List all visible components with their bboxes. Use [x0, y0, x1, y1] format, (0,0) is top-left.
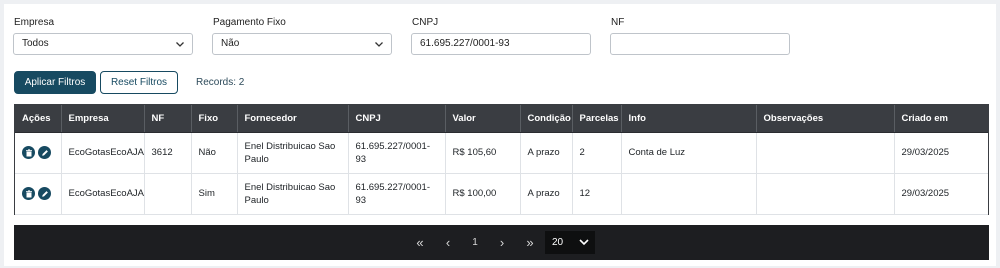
pencil-icon[interactable]: [38, 187, 51, 200]
cell-fixo: Sim: [191, 173, 238, 215]
apply-filters-button[interactable]: Aplicar Filtros: [14, 71, 96, 94]
column-header-fixo[interactable]: Fixo: [191, 105, 238, 133]
current-page[interactable]: 1: [465, 225, 485, 260]
next-page-button[interactable]: ›: [492, 225, 512, 260]
results-table: Ações Empresa NF Fixo Fornecedor CNPJ Va…: [14, 104, 989, 215]
chevron-down-icon: [176, 42, 184, 47]
cell-info: Conta de Luz: [621, 132, 757, 174]
cell-criado-em: 29/03/2025: [894, 132, 988, 174]
column-header-fornecedor[interactable]: Fornecedor: [237, 105, 349, 133]
column-header-cnpj[interactable]: CNPJ: [348, 105, 446, 133]
last-page-button[interactable]: »: [520, 225, 540, 260]
column-header-parcelas[interactable]: Parcelas: [572, 105, 622, 133]
table-header-row: Ações Empresa NF Fixo Fornecedor CNPJ Va…: [15, 105, 988, 133]
cell-fornecedor: Enel Distribuicao Sao Paulo: [237, 173, 349, 215]
cell-nf: [144, 173, 192, 215]
page-size-value: 20: [552, 237, 564, 248]
page-size-select[interactable]: 20: [545, 231, 595, 254]
cell-fixo: Não: [191, 132, 238, 174]
cell-nf: 3612: [144, 132, 192, 174]
cell-valor: R$ 105,60: [445, 132, 521, 174]
cell-condicao: A prazo: [520, 173, 573, 215]
cnpj-input[interactable]: 61.695.227/0001-93: [411, 33, 591, 55]
column-header-nf[interactable]: NF: [144, 105, 192, 133]
cnpj-label: CNPJ: [412, 17, 439, 28]
chevron-down-icon: [579, 239, 589, 246]
column-header-criado-em[interactable]: Criado em: [894, 105, 988, 133]
cell-observacoes: [756, 132, 895, 174]
cell-criado-em: 29/03/2025: [894, 173, 988, 215]
pagamento-fixo-label: Pagamento Fixo: [213, 17, 286, 28]
empresa-select-value: Todos: [22, 38, 49, 49]
column-header-empresa[interactable]: Empresa: [61, 105, 145, 133]
reset-filters-button[interactable]: Reset Filtros: [100, 71, 178, 94]
empresa-label: Empresa: [14, 17, 55, 28]
trash-icon[interactable]: [22, 146, 35, 159]
cell-parcelas: 12: [572, 173, 622, 215]
cell-fornecedor: Enel Distribuicao Sao Paulo: [237, 132, 349, 174]
column-header-valor[interactable]: Valor: [445, 105, 521, 133]
nf-input[interactable]: [610, 33, 790, 55]
column-header-acoes: Ações: [15, 105, 62, 133]
pagamento-fixo-select[interactable]: Não: [212, 33, 392, 55]
row-actions: [15, 132, 62, 174]
chevron-down-icon: [375, 42, 383, 47]
records-count: Records: 2: [196, 77, 245, 88]
column-header-info[interactable]: Info: [621, 105, 757, 133]
cell-cnpj: 61.695.227/0001-93: [348, 173, 446, 215]
cell-cnpj: 61.695.227/0001-93: [348, 132, 446, 174]
pencil-icon[interactable]: [38, 146, 51, 159]
column-header-condicao[interactable]: Condição: [520, 105, 573, 133]
cell-parcelas: 2: [572, 132, 622, 174]
first-page-button[interactable]: «: [410, 225, 430, 260]
trash-icon[interactable]: [22, 187, 35, 200]
nf-label: NF: [611, 17, 625, 28]
column-header-observacoes[interactable]: Observações: [756, 105, 895, 133]
prev-page-button[interactable]: ‹: [438, 225, 458, 260]
table-row: EcoGotasEcoAJA 3612 Não Enel Distribuica…: [15, 132, 988, 174]
cell-empresa: EcoGotasEcoAJA: [61, 173, 145, 215]
cell-empresa: EcoGotasEcoAJA: [61, 132, 145, 174]
pagination-bar: « ‹ 1 › » 20: [14, 225, 989, 260]
cell-observacoes: [756, 173, 895, 215]
cell-valor: R$ 100,00: [445, 173, 521, 215]
cell-condicao: A prazo: [520, 132, 573, 174]
pagamento-fixo-select-value: Não: [221, 38, 240, 49]
cell-info: [621, 173, 757, 215]
table-row: EcoGotasEcoAJA Sim Enel Distribuicao Sao…: [15, 173, 988, 215]
empresa-select[interactable]: Todos: [13, 33, 193, 55]
row-actions: [15, 173, 62, 215]
